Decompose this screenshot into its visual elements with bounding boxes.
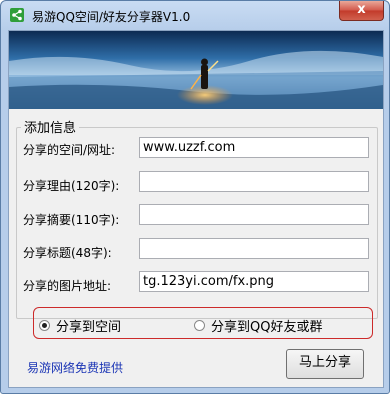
share-app-icon [10, 8, 24, 22]
credit-text: 易游网络免费提供 [27, 361, 124, 375]
reason-input[interactable] [139, 171, 369, 192]
title-bar[interactable]: 易游QQ空间/好友分享器V1.0 x [1, 1, 389, 30]
reason-label: 分享理由(120字): [23, 179, 120, 193]
radio-unselected-icon [194, 320, 205, 331]
share-now-button[interactable]: 马上分享 [286, 349, 364, 379]
radio-selected-icon [39, 320, 50, 331]
window-title: 易游QQ空间/好友分享器V1.0 [32, 10, 191, 24]
title-input[interactable] [139, 238, 369, 259]
image-url-label: 分享的图片地址: [23, 279, 112, 293]
share-to-space-label: 分享到空间 [56, 320, 122, 335]
summary-input[interactable] [139, 204, 369, 225]
share-to-friends-label: 分享到QQ好友或群 [211, 320, 323, 335]
title-label: 分享标题(48字): [23, 246, 112, 260]
info-group-title: 添加信息 [21, 117, 80, 136]
client-area: 添加信息 分享的空间/网址: 分享理由(120字): 分享摘要(110字): 分… [8, 30, 384, 388]
app-window: 易游QQ空间/好友分享器V1.0 x 添加信息 分享的空间/网址: www.uz… [0, 0, 390, 394]
share-to-friends-radio[interactable]: 分享到QQ好友或群 [194, 316, 322, 335]
space-url-input[interactable] [139, 137, 369, 158]
share-to-space-radio[interactable]: 分享到空间 [39, 316, 121, 335]
summary-label: 分享摘要(110字): [23, 213, 120, 227]
space-url-label: 分享的空间/网址: [23, 143, 116, 157]
banner-image [9, 31, 383, 109]
image-url-input[interactable] [139, 271, 369, 292]
close-button[interactable]: x [339, 1, 384, 21]
